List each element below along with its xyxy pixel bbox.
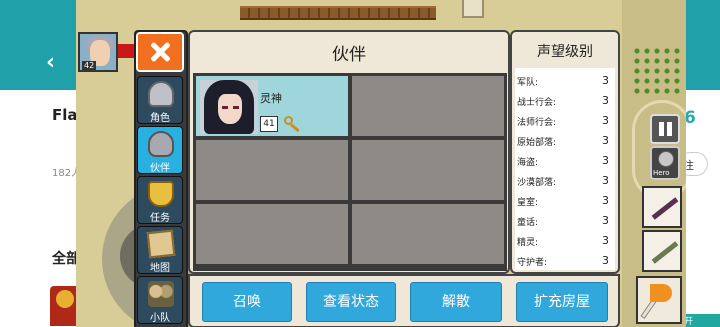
key-stem xyxy=(290,123,300,133)
tab-label: 角色 xyxy=(150,113,170,124)
tab-label: 任务 xyxy=(150,213,170,224)
dismiss-button[interactable]: 解散 xyxy=(410,282,502,322)
tab-partner[interactable]: 伙伴 xyxy=(137,126,183,174)
reputation-row: 精灵: 3 xyxy=(517,232,613,250)
background-title: Fla xyxy=(52,106,78,124)
faction-name: 皇室: xyxy=(517,198,539,208)
tab-label: 小队 xyxy=(150,313,170,324)
partner-slot[interactable]: 灵神 41 xyxy=(196,76,348,136)
weapon-slot-sword[interactable] xyxy=(642,230,682,272)
health-bar xyxy=(118,44,134,58)
tab-label: 地图 xyxy=(150,263,170,274)
partner-slot-empty[interactable] xyxy=(196,204,348,264)
summon-button[interactable]: 召唤 xyxy=(202,282,292,322)
reputation-row: 法师行会: 3 xyxy=(517,112,613,130)
key-icon xyxy=(284,116,300,133)
partner-level: 41 xyxy=(260,116,278,132)
close-button[interactable] xyxy=(136,32,184,72)
faction-name: 精灵: xyxy=(517,238,539,248)
partner-slot-empty[interactable] xyxy=(196,140,348,200)
faction-name: 童话: xyxy=(517,218,539,228)
reputation-row: 守护者: 3 xyxy=(517,252,613,270)
faction-name: 军队: xyxy=(517,78,539,88)
reputation-row: 皇室: 3 xyxy=(517,192,613,210)
reputation-row: 原始部落: 3 xyxy=(517,132,613,150)
tab-map[interactable]: 地图 xyxy=(137,226,183,274)
partner-portrait xyxy=(200,80,258,134)
faction-value: 3 xyxy=(602,174,609,187)
faction-value: 3 xyxy=(602,74,609,87)
portrait-eye xyxy=(233,106,239,109)
faction-value: 3 xyxy=(602,254,609,267)
portrait-eye xyxy=(222,106,228,109)
faction-value: 3 xyxy=(602,94,609,107)
header-bar-left xyxy=(0,0,76,90)
hero-button[interactable]: Hero xyxy=(650,146,680,180)
player-avatar[interactable]: 42 xyxy=(78,32,118,72)
expand-room-button[interactable]: 扩充房屋 xyxy=(516,282,608,322)
map-icon xyxy=(146,229,176,259)
tab-quest[interactable]: 任务 xyxy=(137,176,183,224)
view-status-button[interactable]: 查看状态 xyxy=(306,282,396,322)
partner-grid: 灵神 41 xyxy=(193,73,507,271)
partner-name: 灵神 xyxy=(260,92,282,105)
reputation-title: 声望级别 xyxy=(537,44,593,60)
reputation-row: 战士行会: 3 xyxy=(517,92,613,110)
bow-icon xyxy=(651,197,679,220)
helmet-icon xyxy=(148,81,174,107)
faction-value: 3 xyxy=(602,114,609,127)
portrait-face xyxy=(218,94,242,124)
faction-name: 守护者: xyxy=(517,258,548,268)
fence-decoration xyxy=(240,6,436,20)
faction-name: 沙漠部落: xyxy=(517,178,557,188)
pause-button[interactable] xyxy=(650,114,680,144)
team-icon xyxy=(148,281,174,307)
faction-name: 法师行会: xyxy=(517,118,557,128)
hero-label: Hero xyxy=(653,169,670,177)
partner-slot-empty[interactable] xyxy=(352,140,504,200)
panel-title: 伙伴 xyxy=(332,45,366,65)
pillar-decoration xyxy=(462,0,484,18)
trophy-icon xyxy=(148,181,174,207)
partner-slot-empty[interactable] xyxy=(352,76,504,136)
reputation-panel: 声望级别 军队: 3 战士行会: 3 法师行会: 3 原始部落: 3 海盗: 3 沙漠部落… xyxy=(510,30,620,274)
tab-team[interactable]: 小队 xyxy=(137,276,183,324)
faction-value: 3 xyxy=(602,134,609,147)
reputation-row: 沙漠部落: 3 xyxy=(517,172,613,190)
reputation-row: 军队: 3 xyxy=(517,72,613,90)
tab-label: 伙伴 xyxy=(150,163,170,174)
partner-helmet-icon xyxy=(148,131,174,157)
back-arrow-icon[interactable]: ‹ xyxy=(46,50,55,75)
faction-name: 海盗: xyxy=(517,158,539,168)
header-bar-right xyxy=(686,0,720,90)
weapon-slot-axe[interactable] xyxy=(636,276,682,324)
faction-value: 3 xyxy=(602,214,609,227)
reputation-list: 军队: 3 战士行会: 3 法师行会: 3 原始部落: 3 海盗: 3 沙漠部落: 3 皇室… xyxy=(515,68,615,270)
weapon-slot-bow[interactable] xyxy=(642,186,682,228)
faction-value: 3 xyxy=(602,154,609,167)
faction-name: 战士行会: xyxy=(517,98,557,108)
minimap-dots xyxy=(632,46,680,96)
faction-value: 3 xyxy=(602,234,609,247)
faction-value: 3 xyxy=(602,194,609,207)
tab-character[interactable]: 角色 xyxy=(137,76,183,124)
sword-icon xyxy=(651,241,679,264)
player-level: 42 xyxy=(82,61,97,70)
partner-slot-empty[interactable] xyxy=(352,204,504,264)
reputation-row: 海盗: 3 xyxy=(517,152,613,170)
partner-panel: 伙伴 灵神 41 xyxy=(188,30,510,274)
faction-name: 原始部落: xyxy=(517,138,557,148)
reputation-row: 童话: 3 xyxy=(517,212,613,230)
hero-helmet-icon xyxy=(658,151,674,167)
axe-icon xyxy=(650,284,672,302)
